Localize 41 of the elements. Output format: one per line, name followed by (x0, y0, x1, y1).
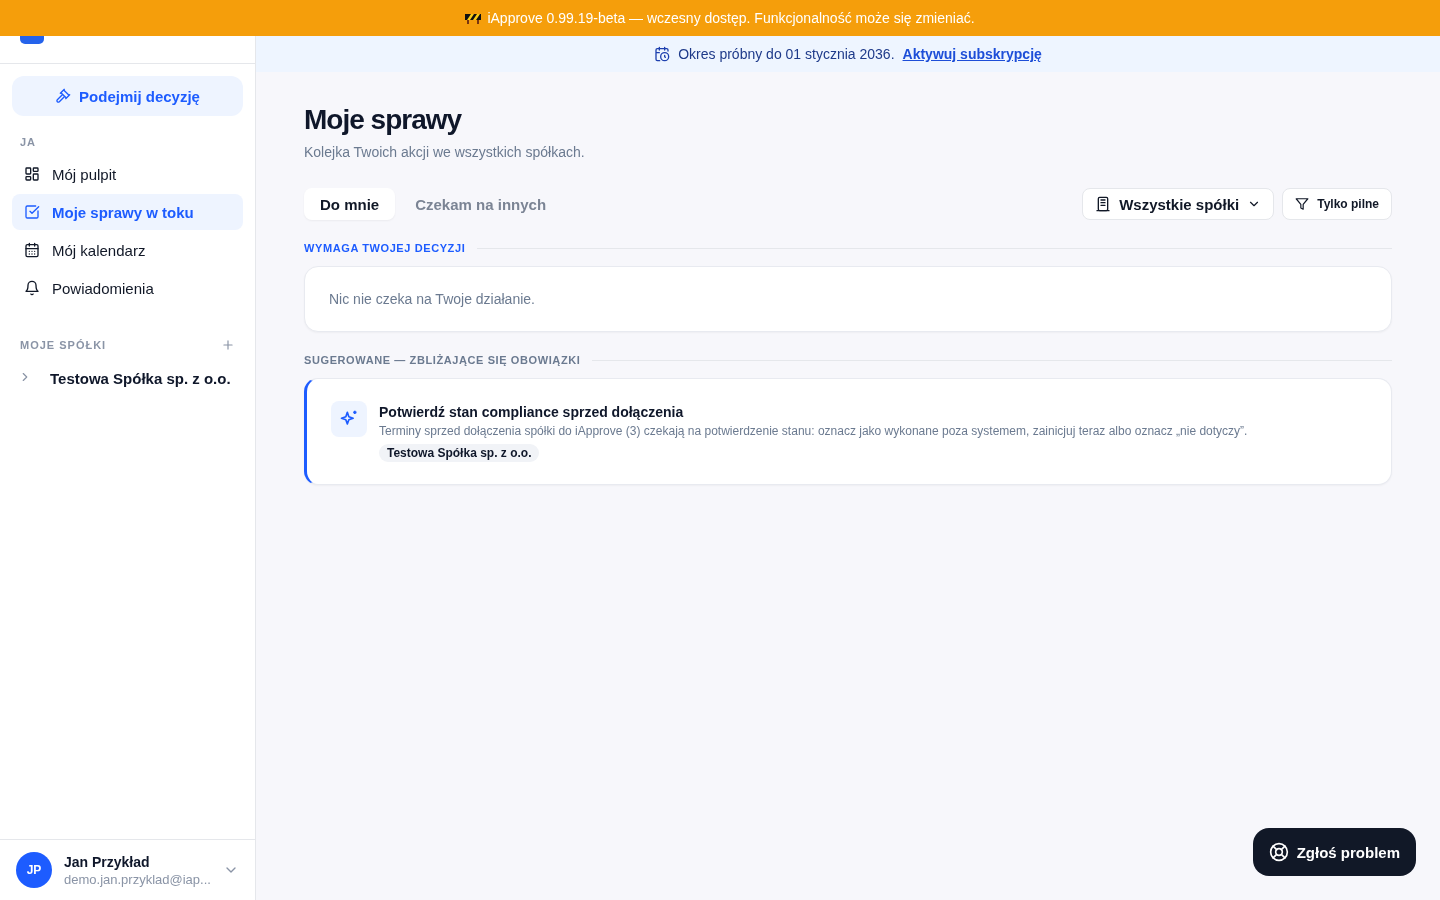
sidebar-item[interactable]: Mój kalendarz (12, 232, 243, 268)
decision-button[interactable]: Podejmij decyzję (12, 76, 243, 116)
tab[interactable]: Czekam na innych (399, 188, 563, 220)
page-subtitle: Kolejka Twoich akcji we wszystkich spółkach. (304, 144, 586, 160)
user-email: demo.jan.przyklad@iap... (64, 871, 211, 887)
empty-state: Nic nie czeka na Twoje działanie. (304, 266, 1392, 332)
barrier-icon (465, 12, 482, 24)
user-name: Jan Przykład (64, 853, 151, 870)
subscribe-link[interactable]: Aktywuj subskrypcję (902, 46, 1042, 62)
section-label: MOJE SPÓŁKI (20, 339, 107, 351)
lifebuoy-icon (1268, 842, 1289, 862)
company-filter[interactable]: Wszystkie spółki (1082, 188, 1275, 220)
building-icon (1095, 196, 1112, 212)
card-title: Potwierdź stan compliance sprzed dołączenia (379, 404, 685, 420)
trial-text: Okres próbny do 01 stycznia 2036. (678, 46, 895, 62)
sidebar-item[interactable]: Moje sprawy w toku (12, 194, 243, 230)
urgent-filter[interactable]: Tylko pilne (1282, 188, 1392, 220)
plus-icon (221, 338, 235, 352)
user-avatar: JP (16, 852, 52, 888)
section-heading: SUGEROWANE — ZBLIŻAJĄCE SIĘ OBOWIĄZKI (304, 354, 581, 366)
gavel-icon (55, 88, 72, 104)
report-problem-button[interactable]: Zgłoś problem (1252, 828, 1416, 876)
card-description: Terminy sprzed dołączenia spółki do iApprove (3) czekają na potwierdzenie stanu: oznacz jako wykonane poza systemem, zainicjuj teraz albo oznacz „nie dotyczy”. (379, 424, 1248, 438)
filter-icon (1295, 197, 1310, 211)
checkbox-icon (24, 204, 40, 220)
sidebar-item[interactable]: Mój pulpit (12, 156, 243, 192)
company-tag: Testowa Spółka sp. z o.o. (379, 444, 540, 462)
banner-text: iApprove 0.99.19-beta — wczesny dostęp. Funkcjonalność może się zmieniać. (487, 10, 975, 26)
calendar-clock-icon (654, 46, 671, 62)
calendar-icon (24, 242, 40, 258)
sidebar-item[interactable]: Powiadomienia (12, 270, 243, 306)
company-item[interactable]: Testowa Spółka sp. z o.o. (0, 360, 255, 396)
section-label: JA (20, 136, 37, 148)
tab[interactable]: Do mnie (304, 188, 396, 220)
section-heading: WYMAGA TWOJEJ DECYZJI (304, 242, 466, 254)
sparkle-icon (331, 401, 367, 437)
bell-icon (24, 280, 40, 296)
logo-icon (20, 36, 44, 44)
page-title: Moje sprawy (304, 104, 463, 136)
grid-icon (24, 166, 40, 182)
suggestion-card[interactable] (304, 378, 1392, 485)
